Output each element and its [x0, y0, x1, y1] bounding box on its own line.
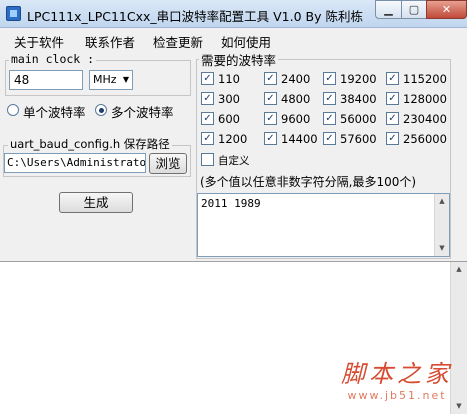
baud-value: 256000 [403, 132, 447, 146]
baud-checkbox[interactable]: ✓ [323, 72, 336, 85]
maximize-button[interactable]: ▢ [401, 0, 427, 19]
scroll-down-icon[interactable]: ▼ [451, 399, 467, 414]
custom-baud-textarea[interactable]: 2011 1989 ▲ ▼ [197, 193, 450, 257]
clock-input[interactable]: 48 [9, 70, 83, 90]
multi-baud-label: 多个波特率 [111, 105, 174, 120]
baud-value: 57600 [340, 132, 377, 146]
baud-value: 14400 [281, 132, 318, 146]
baud-checkbox[interactable]: ✓ [201, 92, 214, 105]
baud-checkbox[interactable]: ✓ [264, 132, 277, 145]
save-path-input[interactable]: C:\Users\Administrator\ [4, 153, 146, 173]
baud-value: 1200 [218, 132, 248, 146]
baud-value: 300 [218, 92, 240, 106]
save-path-label: uart_baud_config.h 保存路径 [8, 136, 172, 152]
window-title: LPC111x_LPC11Cxx_串口波特率配置工具 V1.0 By 陈利栋 [27, 9, 363, 24]
baud-checkbox[interactable]: ✓ [323, 112, 336, 125]
baud-value: 9600 [281, 112, 311, 126]
baud-group-title: 需要的波特率 [199, 50, 279, 69]
scroll-up-icon[interactable]: ▲ [451, 262, 467, 277]
clock-unit-select[interactable]: MHz ▼ [89, 70, 133, 90]
watermark: 脚本之家 www.jb51.net [341, 354, 453, 402]
custom-baud-value: 2011 1989 [201, 197, 261, 210]
custom-hint: (多个值以任意非数字符分隔,最多100个) [200, 175, 417, 189]
custom-label: 自定义 [218, 155, 250, 167]
scroll-up-icon[interactable]: ▲ [435, 194, 449, 209]
baud-checkbox[interactable]: ✓ [201, 112, 214, 125]
baud-value: 56000 [340, 112, 377, 126]
textarea-scrollbar[interactable]: ▲ ▼ [434, 194, 449, 256]
menu-about[interactable]: 关于软件 [14, 32, 64, 51]
title-bar[interactable]: LPC111x_LPC11Cxx_串口波特率配置工具 V1.0 By 陈利栋 ▁… [0, 0, 467, 28]
baud-value: 19200 [340, 72, 377, 86]
baud-value: 110 [218, 72, 240, 86]
clock-unit-value: MHz [93, 73, 117, 86]
baud-checkbox[interactable]: ✓ [323, 132, 336, 145]
baud-checkbox[interactable]: ✓ [386, 112, 399, 125]
menu-how-to-use[interactable]: 如何使用 [221, 32, 271, 51]
menu-check-update[interactable]: 检查更新 [153, 32, 203, 51]
baud-value: 2400 [281, 72, 311, 86]
minimize-button[interactable]: ▁ [375, 0, 402, 19]
baud-checkbox[interactable]: ✓ [386, 132, 399, 145]
baud-checkbox[interactable]: ✓ [323, 92, 336, 105]
single-baud-radio[interactable] [7, 104, 19, 116]
multi-baud-radio[interactable] [95, 104, 107, 116]
single-baud-label: 单个波特率 [23, 105, 86, 120]
app-icon [6, 6, 21, 21]
output-area[interactable]: ▲ ▼ 脚本之家 www.jb51.net [0, 261, 467, 414]
chevron-down-icon: ▼ [122, 75, 129, 84]
baud-value: 230400 [403, 112, 447, 126]
baud-checkbox[interactable]: ✓ [201, 132, 214, 145]
close-button[interactable]: ✕ [426, 0, 467, 19]
baud-value: 4800 [281, 92, 311, 106]
scroll-down-icon[interactable]: ▼ [435, 241, 449, 256]
generate-button[interactable]: 生成 [59, 192, 133, 213]
custom-checkbox[interactable] [201, 153, 214, 166]
baud-checkbox[interactable]: ✓ [264, 92, 277, 105]
baud-checkbox[interactable]: ✓ [386, 92, 399, 105]
watermark-main: 脚本之家 [341, 360, 453, 388]
baud-value: 600 [218, 112, 240, 126]
watermark-url: www.jb51.net [347, 389, 447, 402]
menu-contact[interactable]: 联系作者 [85, 32, 135, 51]
clock-label: main clock : [9, 52, 97, 66]
baud-value: 115200 [403, 72, 447, 86]
baud-checkbox[interactable]: ✓ [386, 72, 399, 85]
baud-value: 38400 [340, 92, 377, 106]
baud-checkbox[interactable]: ✓ [264, 72, 277, 85]
baud-checkbox[interactable]: ✓ [201, 72, 214, 85]
baud-value: 128000 [403, 92, 447, 106]
menu-bar: 关于软件 联系作者 检查更新 如何使用 [0, 28, 467, 50]
baud-checkbox[interactable]: ✓ [264, 112, 277, 125]
browse-button[interactable]: 浏览 [149, 153, 187, 174]
